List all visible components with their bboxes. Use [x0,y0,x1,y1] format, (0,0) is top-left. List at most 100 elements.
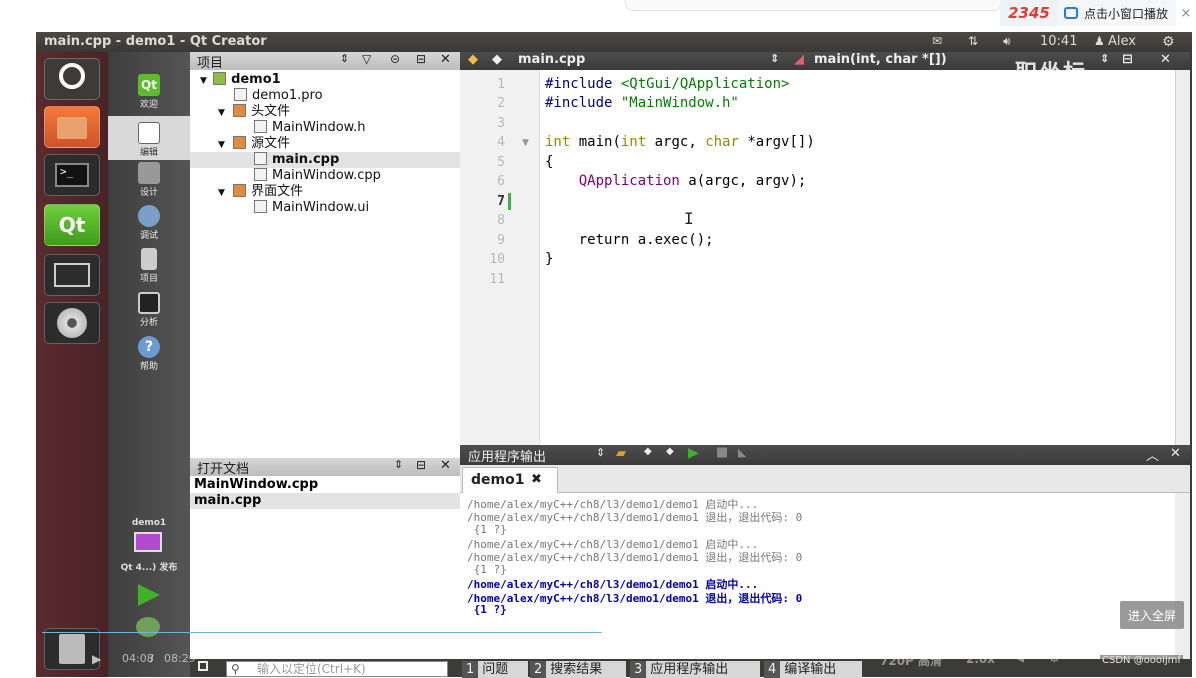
projects-panel-title: 项目 [197,56,224,71]
csdn-watermark: CSDN @oooijmf [1100,655,1183,666]
previous-item-icon[interactable]: ◆ [644,446,652,457]
fullscreen-button[interactable]: 进入全屏 [1120,601,1184,629]
open-doc-item[interactable]: MainWindow.cpp [190,477,460,493]
monitor-icon[interactable] [134,532,162,552]
tree-label: MainWindow.cpp [272,168,381,183]
mode-label: 分析 [139,318,158,328]
mini-window-play-button[interactable]: 点击小窗口播放 [1058,0,1176,26]
debug-run-icon[interactable] [136,617,160,637]
user-name[interactable]: Alex [1108,34,1136,49]
video-speed-selector[interactable]: 2.0x [966,652,995,666]
close-icon[interactable]: ✕ [440,52,451,67]
tree-item-mainwindow-h[interactable]: MainWindow.h [254,120,365,136]
tree-item-mainwindow-cpp[interactable]: MainWindow.cpp [254,168,381,184]
tree-label: MainWindow.h [272,120,366,135]
attach-icon[interactable]: ▰ [616,446,626,461]
tree-item-main-cpp[interactable]: main.cpp [190,152,460,168]
split-icon[interactable]: ⊟ [416,458,426,472]
tree-item-demo1[interactable]: ▼ demo1 [190,72,460,88]
workspace-switcher-launcher[interactable] [44,254,100,296]
tree-item-mainwindow-ui[interactable]: MainWindow.ui [254,200,369,216]
text-cursor-icon: I [684,209,694,228]
video-progress-bar[interactable] [42,632,602,633]
view-switch-icon[interactable]: ⇕ [394,458,403,471]
close-icon[interactable]: ✕ [1170,446,1181,461]
next-item-icon[interactable]: ◆ [666,446,674,457]
volume-icon[interactable]: 🔊︎ [1003,34,1011,49]
line-number: 5 [497,155,505,170]
editor-scrollbar[interactable] [1175,70,1190,445]
output-tab-demo1[interactable]: demo1 ✖ [462,467,558,493]
rerun-icon[interactable]: ▶ [688,445,699,461]
view-switch-icon[interactable]: ⇕ [340,52,349,65]
clear-icon[interactable]: ◣ [738,446,746,459]
sidebar-toggle-icon[interactable] [198,661,208,671]
tab-label: 编译输出 [784,662,837,677]
dropdown-icon[interactable]: ⇕ [596,446,605,459]
volume-icon[interactable]: ◀︎ [1014,650,1024,665]
status-tab-issues[interactable]: 1 问题 [462,661,528,678]
qt-creator-launcher[interactable]: Qt [44,204,100,246]
link-icon[interactable]: ⊝ [390,52,400,66]
tree-item-sources[interactable]: ▼ 源文件 [218,136,290,152]
filter-icon[interactable]: ▽ [362,52,371,66]
line-number: 6 [497,174,505,189]
tab-label: 问题 [482,662,509,677]
close-icon[interactable]: ✕ [440,458,451,473]
tree-label: demo1.pro [252,88,323,103]
dropdown-icon[interactable]: ⇕ [770,52,779,65]
run-icon[interactable] [138,584,160,606]
line-number: 10 [489,252,505,267]
mode-edit[interactable]: 编辑 [108,116,190,160]
ubuntu-launcher: >_ Qt [36,52,108,677]
close-icon[interactable]: × [1176,0,1196,26]
forward-arrow-icon[interactable]: ◆ [492,52,502,67]
mode-design[interactable]: 设计 [108,162,190,206]
edit-icon [138,122,160,144]
dvd-launcher[interactable] [44,302,100,344]
tree-item-forms[interactable]: ▼ 界面文件 [218,184,303,200]
output-pane-title: 应用程序输出 [468,450,547,465]
address-bar[interactable] [625,0,1002,11]
close-icon[interactable]: ✖ [531,472,542,487]
tree-item-headers[interactable]: ▼ 头文件 [218,104,290,120]
tab-number: 2 [530,661,547,678]
settings-gear-icon[interactable]: ⚙ [1162,34,1175,50]
status-tab-compile-output[interactable]: 4 编译输出 [764,661,862,678]
output-scrollbar[interactable] [1175,493,1190,659]
status-tab-app-output[interactable]: 3 应用程序输出 [630,661,760,678]
maximize-icon[interactable]: ︿ [1146,445,1159,464]
code-editor[interactable]: #include <QtGui/QApplication> #include "… [540,70,1175,445]
trash-icon [59,634,85,664]
symbol-selector[interactable]: main(int, char *[]) [814,52,947,67]
mode-debug[interactable]: 调试 [108,205,190,249]
terminal-launcher[interactable]: >_ [44,154,100,196]
mail-icon[interactable]: ✉ [932,34,942,48]
ubuntu-dash-button[interactable] [44,58,100,100]
keyword: int [620,134,647,150]
back-arrow-icon[interactable]: ◆ [468,52,478,67]
mode-help[interactable]: ? 帮助 [108,336,190,380]
run-target-kit[interactable]: Qt 4...) 发布 [108,560,190,573]
stop-icon[interactable]: ■ [716,445,728,460]
qt-logo-icon: Qt [58,213,86,237]
split-icon[interactable]: ⊟ [416,52,426,66]
settings-icon[interactable]: ⚙ [1048,650,1061,666]
locator-input[interactable]: ⚲ 输入以定位(Ctrl+K) [226,661,448,677]
status-tab-search-results[interactable]: 2 搜索结果 [530,661,626,678]
play-icon[interactable]: ▶ [92,652,101,666]
network-icon[interactable]: ⇅ [968,34,978,48]
document-selector[interactable]: main.cpp [518,52,585,67]
tree-label: main.cpp [272,152,340,167]
tree-item-demo1-pro[interactable]: demo1.pro [234,88,323,104]
video-quality-selector[interactable]: 720P 高清 [880,652,942,669]
mode-welcome[interactable]: Qt 欢迎 [108,74,190,118]
mode-analyze[interactable]: 分析 [108,292,190,336]
clock[interactable]: 10:41 [1040,34,1077,49]
mode-projects[interactable]: 项目 [108,248,190,292]
files-launcher[interactable] [44,106,100,148]
fold-chevron-icon[interactable]: ▼ [522,138,529,148]
cpp-file-icon [254,168,267,181]
open-doc-item[interactable]: main.cpp [190,493,460,509]
application-output-log: /home/alex/myC++/ch8/l3/demo1/demo1 启动中.… [460,493,1175,659]
